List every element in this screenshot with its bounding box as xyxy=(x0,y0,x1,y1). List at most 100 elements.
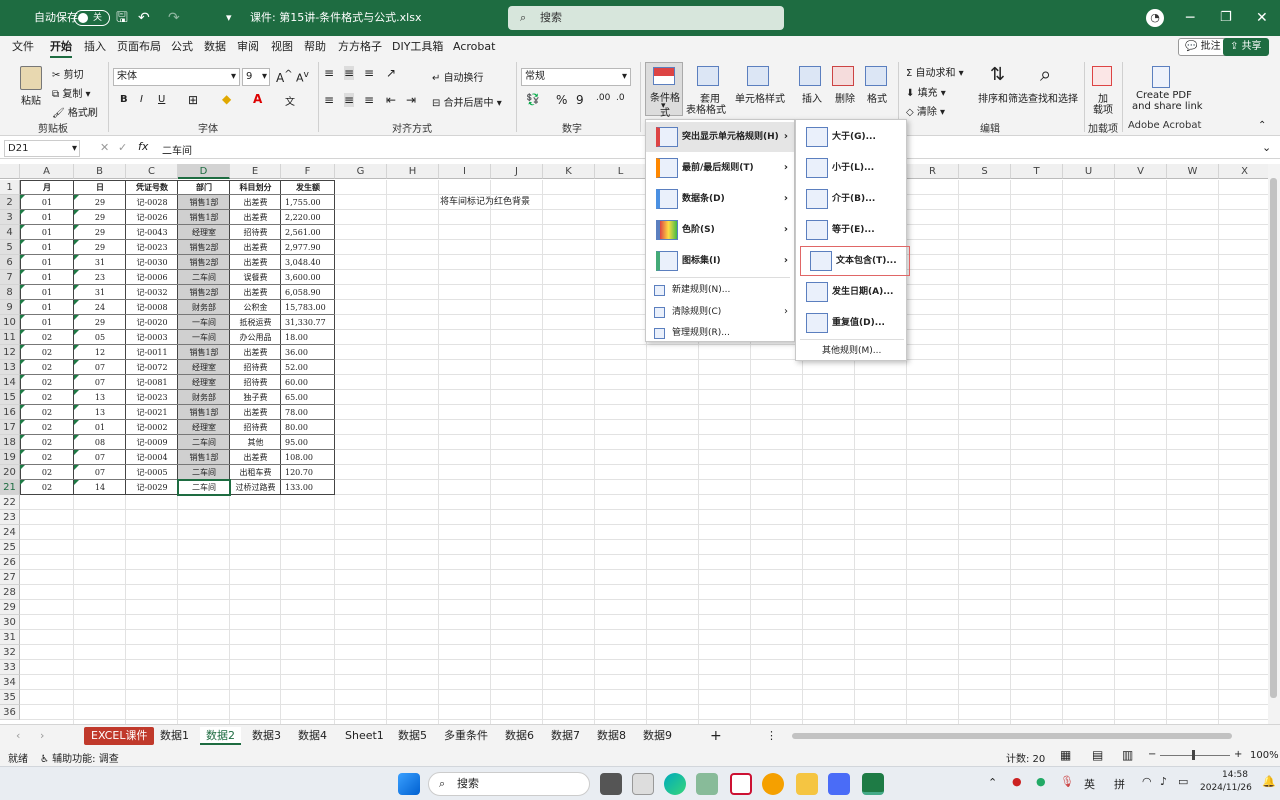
sheet-tab[interactable]: 数据7 xyxy=(551,727,580,745)
table-cell[interactable]: 财务部 xyxy=(178,300,230,315)
normal-view-icon[interactable]: ▦ xyxy=(1060,748,1071,762)
tray-expand-icon[interactable]: ⌃ xyxy=(988,776,997,789)
paste-icon[interactable] xyxy=(20,66,42,90)
row-header[interactable]: 21 xyxy=(0,480,20,495)
table-cell[interactable]: 29 xyxy=(74,195,126,210)
horizontal-scrollbar[interactable] xyxy=(792,733,1232,739)
row-header[interactable]: 13 xyxy=(0,360,20,375)
font-color-icon[interactable]: A xyxy=(253,92,262,106)
table-cell[interactable]: 01 xyxy=(20,240,74,255)
cell-styles-button[interactable]: 单元格样式 xyxy=(735,90,785,105)
table-cell[interactable]: 13 xyxy=(74,390,126,405)
insert-cells-icon[interactable] xyxy=(799,66,821,86)
sheet-tab[interactable]: 数据1 xyxy=(160,727,189,745)
row-header[interactable]: 34 xyxy=(0,675,20,690)
create-pdf-button-1[interactable]: Create PDF xyxy=(1136,90,1192,101)
file-explorer-icon[interactable] xyxy=(796,773,818,795)
table-header-cell[interactable]: 凭证号数 xyxy=(126,180,178,195)
cf-menu-item[interactable]: 清除规则(C) › xyxy=(646,302,794,323)
table-cell[interactable]: 出差费 xyxy=(230,450,281,465)
table-cell[interactable]: 出差费 xyxy=(230,240,281,255)
tab-view[interactable]: 视图 xyxy=(271,36,293,58)
align-left-icon[interactable]: ≡ xyxy=(324,93,334,107)
expand-formula-icon[interactable]: ⌄ xyxy=(1262,141,1271,154)
row-header[interactable]: 11 xyxy=(0,330,20,345)
table-cell[interactable]: 独子费 xyxy=(230,390,281,405)
collapse-ribbon-icon[interactable]: ⌃ xyxy=(1258,120,1266,131)
column-header[interactable]: F xyxy=(281,164,335,179)
cell-styles-icon[interactable] xyxy=(747,66,769,86)
column-header[interactable]: D xyxy=(178,164,230,179)
table-cell[interactable]: 记-0072 xyxy=(126,360,178,375)
tab-acrobat[interactable]: Acrobat xyxy=(453,36,495,58)
table-cell[interactable]: 出差费 xyxy=(230,285,281,300)
table-cell[interactable]: 52.00 xyxy=(281,360,335,375)
tab-diy-toolbox[interactable]: DIY工具箱 xyxy=(392,36,443,58)
highlight-rule-item[interactable]: 文本包含(T)... xyxy=(800,246,910,276)
worksheet-grid[interactable]: ABCDEFGHIJKLMNOPQRSTUVWX1234567891011121… xyxy=(0,164,1268,724)
column-header[interactable]: S xyxy=(959,164,1011,179)
page-layout-view-icon[interactable]: ▤ xyxy=(1092,748,1103,762)
table-cell[interactable]: 02 xyxy=(20,465,74,480)
orientation-icon[interactable]: ↗ xyxy=(386,66,396,80)
table-cell[interactable]: 记-0023 xyxy=(126,390,178,405)
table-cell[interactable]: 24 xyxy=(74,300,126,315)
table-cell[interactable]: 记-0009 xyxy=(126,435,178,450)
table-cell[interactable]: 31,330.77 xyxy=(281,315,335,330)
table-cell[interactable]: 2,977.90 xyxy=(281,240,335,255)
cf-menu-item[interactable]: 新建规则(N)... xyxy=(646,280,794,301)
table-cell[interactable]: 36.00 xyxy=(281,345,335,360)
tab-insert[interactable]: 插入 xyxy=(84,36,106,58)
table-cell[interactable]: 78.00 xyxy=(281,405,335,420)
highlight-rule-item[interactable]: 介于(B)... xyxy=(796,184,906,214)
page-break-view-icon[interactable]: ▥ xyxy=(1122,748,1133,762)
table-cell[interactable]: 办公用品 xyxy=(230,330,281,345)
sheet-tab[interactable]: 多重条件 xyxy=(444,727,488,745)
table-cell[interactable]: 公积金 xyxy=(230,300,281,315)
customize-qat-icon[interactable]: ▾ xyxy=(226,0,232,36)
tab-page-layout[interactable]: 页面布局 xyxy=(117,36,161,58)
table-cell[interactable]: 13 xyxy=(74,405,126,420)
table-cell[interactable]: 108.00 xyxy=(281,450,335,465)
save-icon[interactable]: 🖫 xyxy=(116,0,128,36)
autosave-toggle[interactable]: 关 xyxy=(74,10,110,26)
table-cell[interactable]: 出租车费 xyxy=(230,465,281,480)
italic-button[interactable]: I xyxy=(140,94,143,105)
comma-icon[interactable]: 9 xyxy=(576,93,584,107)
row-header[interactable]: 15 xyxy=(0,390,20,405)
table-cell[interactable]: 记-0029 xyxy=(126,480,178,495)
taskbar-search[interactable]: ⌕ 搜索 xyxy=(428,772,590,796)
enter-icon[interactable]: ✓ xyxy=(118,141,127,154)
delete-cells-icon[interactable] xyxy=(832,66,854,86)
column-header[interactable]: W xyxy=(1167,164,1219,179)
table-cell[interactable]: 02 xyxy=(20,345,74,360)
underline-button[interactable]: U xyxy=(158,94,165,105)
row-header[interactable]: 14 xyxy=(0,375,20,390)
notification-icon[interactable]: 🔔 xyxy=(1262,775,1276,788)
borders-icon[interactable]: ⊞ xyxy=(188,93,198,107)
format-cells-icon[interactable] xyxy=(865,66,887,86)
zoom-slider[interactable] xyxy=(1160,755,1230,756)
table-cell[interactable]: 销售2部 xyxy=(178,285,230,300)
sheet-tab[interactable]: 数据4 xyxy=(298,727,327,745)
cut-button[interactable]: ✂ 剪切 xyxy=(52,66,84,81)
table-cell[interactable]: 记-0020 xyxy=(126,315,178,330)
app-icon[interactable] xyxy=(632,773,654,795)
table-cell[interactable]: 记-0002 xyxy=(126,420,178,435)
table-cell[interactable]: 招待费 xyxy=(230,360,281,375)
tab-data[interactable]: 数据 xyxy=(204,36,226,58)
cf-menu-item[interactable]: 图标集(I) › xyxy=(646,246,794,276)
insert-cells-button[interactable]: 插入 xyxy=(802,90,822,105)
row-header[interactable]: 35 xyxy=(0,690,20,705)
app-icon[interactable] xyxy=(730,773,752,795)
column-header[interactable]: I xyxy=(439,164,491,179)
number-format-select[interactable]: 常规 ▾ xyxy=(521,68,631,86)
prev-sheet-icon[interactable]: ‹ xyxy=(16,727,20,745)
increase-decimal-icon[interactable]: .00 xyxy=(596,93,610,103)
phonetic-icon[interactable]: 文 xyxy=(285,93,295,108)
tab-help[interactable]: 帮助 xyxy=(304,36,326,58)
zoom-level[interactable]: 100% xyxy=(1250,750,1279,761)
row-header[interactable]: 2 xyxy=(0,195,20,210)
clear-button[interactable]: ◇ 清除 ▾ xyxy=(906,103,945,118)
tab-review[interactable]: 审阅 xyxy=(237,36,259,58)
